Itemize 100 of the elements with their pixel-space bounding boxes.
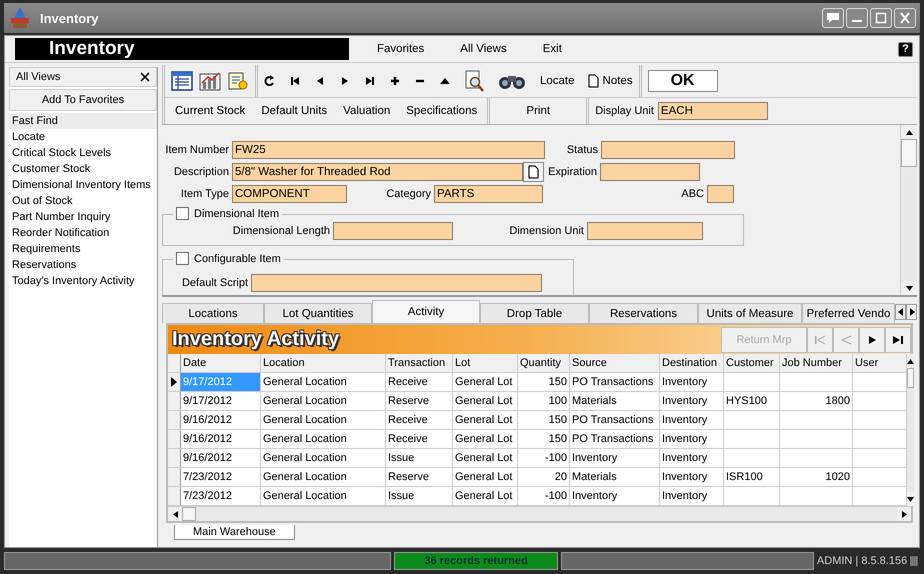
first-record-icon[interactable] — [289, 76, 301, 86]
menu-item[interactable]: All Views — [460, 43, 507, 55]
toolbar-link[interactable]: Valuation — [343, 105, 390, 117]
tab[interactable]: Main Warehouse — [174, 525, 295, 540]
speech-bubble-button[interactable] — [822, 8, 844, 28]
dimension-unit-field[interactable] — [587, 222, 703, 240]
field-label: Item Type — [180, 188, 230, 200]
scroll-left-button[interactable] — [168, 507, 182, 521]
minimize-button[interactable] — [846, 8, 868, 28]
tab[interactable]: Locations — [162, 303, 264, 323]
table-cell: 1020 — [780, 468, 853, 486]
scroll-up-button[interactable] — [907, 354, 914, 368]
scrollbar-thumb[interactable] — [901, 139, 917, 167]
table-cell: 1800 — [780, 392, 853, 410]
checkbox[interactable] — [176, 207, 189, 220]
ok-button[interactable]: OK — [648, 70, 718, 92]
add-icon[interactable] — [389, 76, 401, 86]
new-document-icon[interactable] — [227, 71, 249, 91]
table-cell: HYS100 — [724, 392, 780, 410]
help-button[interactable]: ? — [898, 42, 913, 56]
last-record-icon[interactable] — [364, 76, 376, 86]
module-title: Inventory — [15, 38, 349, 60]
column-header[interactable]: Lot — [453, 354, 518, 372]
category-field[interactable]: PARTS — [434, 185, 543, 203]
sidebar-item[interactable]: Critical Stock Levels — [9, 145, 157, 161]
vertical-scrollbar[interactable] — [907, 354, 914, 506]
maximize-button[interactable] — [870, 8, 892, 28]
table-cell: General Lot — [453, 487, 518, 505]
scroll-up-button[interactable] — [901, 125, 917, 139]
chart-icon[interactable] — [199, 71, 221, 91]
row-selector[interactable] — [168, 373, 181, 391]
tab[interactable]: Reservations — [589, 303, 698, 323]
tab[interactable]: Lot Quantities — [264, 303, 372, 323]
description-field[interactable]: 5/8" Washer for Threaded Rod — [232, 163, 523, 181]
sidebar-item[interactable]: Out of Stock — [9, 193, 157, 209]
scroll-down-button[interactable] — [907, 492, 914, 506]
checkbox[interactable] — [176, 252, 189, 265]
sidebar-item[interactable]: Locate — [9, 129, 157, 145]
display-unit-field[interactable]: EACH — [658, 102, 768, 120]
refresh-icon[interactable] — [264, 75, 276, 87]
column-header[interactable]: Location — [261, 354, 386, 372]
next-page-button[interactable] — [859, 326, 885, 352]
scroll-right-button[interactable] — [906, 304, 917, 320]
table-cell: General Lot — [453, 392, 518, 410]
up-arrow-icon[interactable] — [439, 76, 451, 86]
locate-button[interactable]: Locate — [540, 75, 575, 87]
tab[interactable]: Activity — [372, 300, 480, 323]
column-header[interactable]: Destination — [660, 354, 724, 372]
expiration-field[interactable] — [600, 163, 700, 181]
column-header[interactable]: Job Number — [780, 354, 853, 372]
scroll-left-button[interactable] — [895, 304, 906, 320]
table-cell: PO Transactions — [570, 373, 660, 391]
dimensional-length-field[interactable] — [333, 222, 453, 240]
add-to-favorites-button[interactable]: Add To Favorites — [9, 89, 157, 111]
column-header[interactable]: Quantity — [518, 354, 570, 372]
menu-item[interactable]: Favorites — [377, 43, 424, 55]
sidebar-item[interactable]: Dimensional Inventory Items — [9, 177, 157, 193]
tab[interactable]: Drop Table — [480, 303, 589, 323]
sidebar-item[interactable]: Today's Inventory Activity — [9, 273, 157, 289]
abc-field[interactable] — [707, 185, 734, 203]
scrollbar-thumb[interactable] — [182, 507, 196, 521]
next-page-icon — [866, 334, 878, 344]
scroll-right-button[interactable] — [897, 507, 911, 521]
list-view-icon[interactable] — [171, 71, 193, 91]
menu-item[interactable]: Exit — [542, 43, 562, 55]
scrollbar-thumb[interactable] — [907, 368, 914, 388]
column-header[interactable]: Transaction — [386, 354, 453, 372]
sidebar-item[interactable]: Reorder Notification — [9, 225, 157, 241]
toolbar-link[interactable]: Current Stock — [175, 105, 246, 117]
default-script-field[interactable] — [251, 274, 542, 292]
magnifier-document-icon[interactable] — [464, 70, 484, 92]
notes-button[interactable]: Notes — [588, 74, 633, 88]
table-cell: Inventory — [660, 487, 724, 505]
column-header[interactable]: Source — [570, 354, 660, 372]
item-type-field[interactable]: COMPONENT — [232, 185, 347, 203]
scroll-down-button[interactable] — [901, 281, 917, 295]
toolbar-link[interactable]: Default Units — [261, 105, 328, 117]
toolbar-link[interactable]: Specifications — [406, 105, 478, 117]
table-cell: Inventory — [660, 373, 724, 391]
sidebar-item[interactable]: Fast Find — [9, 113, 157, 129]
column-header[interactable]: Date — [181, 354, 261, 372]
table-cell: General Location — [261, 392, 386, 410]
sidebar-item[interactable]: Customer Stock — [9, 161, 157, 177]
document-button[interactable] — [523, 162, 544, 182]
triangle-right-icon — [908, 308, 914, 316]
tab[interactable]: Units of Measure — [698, 303, 802, 323]
sidebar-item[interactable]: Part Number Inquiry — [9, 209, 157, 225]
item-number-field[interactable]: FW25 — [232, 141, 545, 159]
sidebar-item[interactable]: Requirements — [9, 241, 157, 257]
vertical-scrollbar[interactable] — [900, 125, 917, 295]
column-header[interactable]: Customer — [724, 354, 780, 372]
sidebar-item[interactable]: Reservations — [9, 257, 157, 273]
tab[interactable]: Preferred Vendo — [802, 303, 895, 323]
checkbox-label: Dimensional Item — [194, 208, 279, 220]
print-button[interactable]: Print — [526, 105, 550, 117]
close-button[interactable] — [140, 72, 150, 82]
horizontal-scrollbar[interactable] — [168, 506, 911, 521]
status-field[interactable] — [601, 141, 735, 159]
last-page-button[interactable] — [885, 326, 911, 352]
table-cell: Inventory — [660, 392, 724, 410]
